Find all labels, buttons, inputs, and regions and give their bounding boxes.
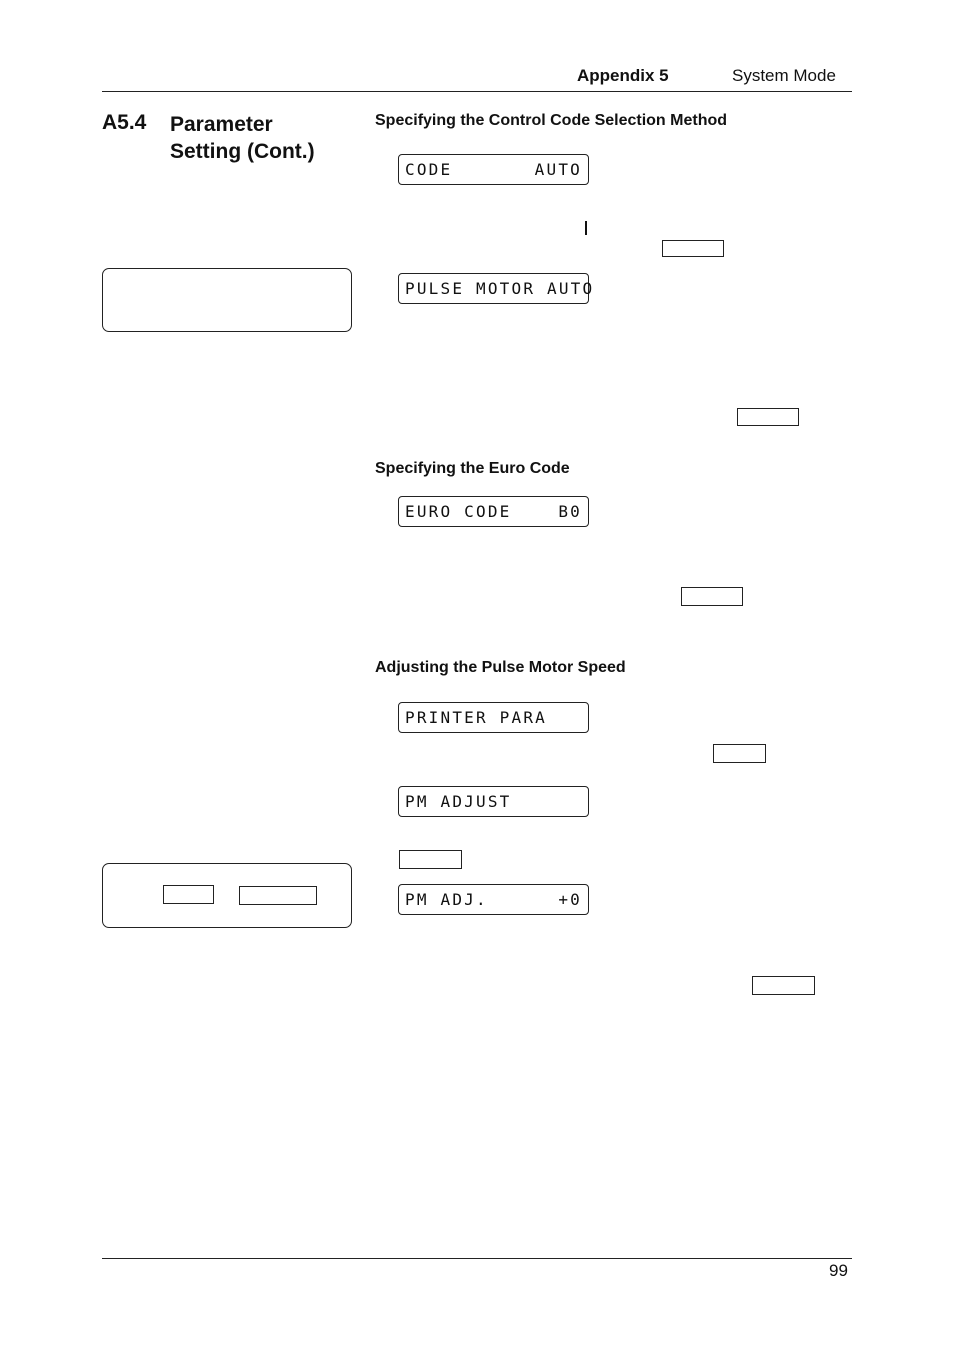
key-box — [737, 408, 799, 426]
key-box — [399, 850, 462, 869]
header-rule — [102, 91, 852, 92]
page-number: 99 — [829, 1261, 848, 1280]
chapter-label: System Mode — [732, 66, 836, 85]
lcd-display-pulse-motor: PULSE MOTOR AUTO — [398, 273, 592, 304]
appendix-label: Appendix 5 — [577, 66, 669, 85]
lcd-text-left: PM ADJ. — [405, 890, 488, 909]
section-title-line2: Setting (Cont.) — [170, 140, 315, 163]
lcd-text-left: CODE — [405, 160, 453, 179]
lcd-display-euro-code: EURO CODE B0 — [398, 496, 589, 527]
lcd-display-printer-para: PRINTER PARA — [398, 702, 589, 733]
key-box — [713, 744, 766, 763]
lcd-text-right: B0 — [558, 502, 582, 521]
lcd-text-right: +0 — [558, 890, 582, 909]
section-title-line1: Parameter — [170, 113, 273, 136]
key-box — [662, 240, 724, 257]
section-title: Parameter Setting (Cont.) — [170, 111, 315, 165]
subsection-heading-euro-code: Specifying the Euro Code — [375, 460, 570, 477]
key-box — [681, 587, 743, 606]
lcd-text-right: AUTO — [534, 160, 582, 179]
key-box — [239, 886, 317, 905]
lcd-text-left: EURO CODE — [405, 502, 512, 521]
lcd-display-pm-adjust: PM ADJUST — [398, 786, 589, 817]
lcd-text-left: PM ADJUST — [405, 792, 512, 811]
subsection-heading-control-code: Specifying the Control Code Selection Me… — [375, 112, 728, 129]
lcd-text-left: PULSE MOTOR AUTO — [405, 279, 595, 298]
lcd-text-left: PRINTER PARA — [405, 708, 547, 727]
section-number: A5.4 — [102, 111, 147, 134]
subsection-heading-pulse-motor-speed: Adjusting the Pulse Motor Speed — [375, 659, 626, 676]
key-box — [752, 976, 815, 995]
text-cursor-mark — [585, 221, 587, 235]
note-box — [102, 268, 352, 332]
key-box — [163, 885, 214, 904]
lcd-display-pm-adj-value: PM ADJ. +0 — [398, 884, 589, 915]
footer-rule — [102, 1258, 852, 1259]
lcd-display-code: CODE AUTO — [398, 154, 589, 185]
